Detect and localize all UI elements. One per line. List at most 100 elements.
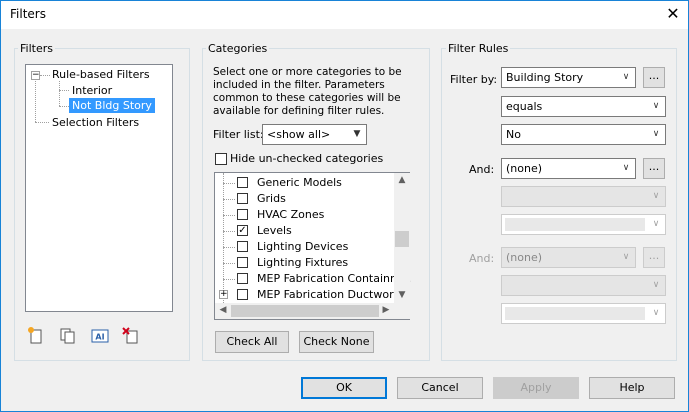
tree-line (35, 122, 49, 123)
list-item[interactable]: Grids (215, 191, 393, 207)
tree-collapse-icon[interactable]: − (31, 71, 40, 80)
hide-unchecked-checkbox[interactable] (215, 153, 227, 165)
category-label: Generic Models (257, 176, 342, 189)
list-item[interactable]: HVAC Zones (215, 207, 393, 223)
scroll-down-icon[interactable]: ▼ (394, 290, 410, 300)
hide-unchecked-label: Hide un-checked categories (230, 152, 384, 165)
categories-list[interactable]: Generic Models Grids HVAC Zones ✓ Levels… (214, 172, 411, 320)
tree-line (59, 81, 60, 106)
category-checkbox[interactable] (237, 209, 248, 220)
tree-line (223, 279, 235, 280)
operator-dropdown[interactable]: equals ∨ (501, 96, 666, 117)
check-none-button[interactable]: Check None (299, 331, 374, 353)
operator-value: equals (506, 100, 543, 113)
filter-list-label: Filter list: (213, 128, 264, 141)
category-label: MEP Fabrication Ductwork (257, 288, 400, 301)
filter-by-more-button[interactable]: ... (643, 67, 665, 88)
tree-line (223, 247, 235, 248)
category-checkbox[interactable] (237, 193, 248, 204)
chevron-down-icon: ∨ (622, 252, 630, 262)
tree-node-rule-based[interactable]: Rule-based Filters (52, 68, 150, 81)
scroll-up-icon[interactable]: ▲ (394, 175, 410, 185)
filter-by-dropdown[interactable]: Building Story ∨ (501, 67, 636, 88)
categories-group-label: Categories (206, 42, 270, 55)
scroll-thumb-horizontal[interactable] (231, 305, 379, 317)
apply-button: Apply (493, 377, 579, 399)
list-item[interactable]: Generic Models (215, 175, 393, 191)
category-checkbox[interactable] (237, 177, 248, 188)
window-title: Filters (10, 7, 46, 21)
help-button[interactable]: Help (589, 377, 675, 399)
check-all-button[interactable]: Check All (215, 331, 289, 353)
chevron-down-icon: ∨ (652, 219, 660, 229)
tree-line (223, 199, 235, 200)
tree-line (59, 90, 69, 91)
filter-by-value: Building Story (506, 71, 584, 84)
tree-node-interior[interactable]: Interior (72, 84, 112, 97)
svg-text:AI: AI (95, 333, 104, 342)
vertical-scrollbar[interactable]: ▲ ▼ (394, 173, 410, 303)
scroll-left-icon[interactable]: ◀ (217, 305, 229, 315)
and-more-button-1[interactable]: ... (643, 158, 665, 179)
cancel-button[interactable]: Cancel (397, 377, 483, 399)
chevron-down-icon: ∨ (652, 308, 660, 318)
categories-description: Select one or more categories to be incl… (213, 66, 402, 117)
new-filter-icon[interactable] (26, 326, 46, 346)
category-label: HVAC Zones (257, 208, 325, 221)
ok-button[interactable]: OK (301, 377, 387, 399)
tree-line (35, 81, 36, 122)
chevron-down-icon: ∨ (622, 72, 630, 82)
and-parameter-dropdown-2: (none) ∨ (501, 247, 636, 268)
chevron-down-icon: ∨ (652, 191, 660, 201)
tree-node-selection[interactable]: Selection Filters (52, 116, 139, 129)
filters-tree[interactable]: − Rule-based Filters Interior Not Bldg S… (25, 64, 173, 312)
chevron-down-icon: ∨ (652, 129, 660, 139)
and-parameter-dropdown-1[interactable]: (none) ∨ (501, 158, 636, 179)
category-label: MEP Fabrication Containm... (257, 272, 412, 285)
tree-line (223, 263, 235, 264)
list-item[interactable]: Lighting Devices (215, 239, 393, 255)
tree-line (223, 183, 235, 184)
scroll-thumb[interactable] (395, 231, 409, 247)
and-operator-dropdown-2: ∨ (501, 275, 666, 296)
and-operator-dropdown-1: ∨ (501, 186, 666, 207)
and-parameter-value-1: (none) (506, 162, 543, 175)
value-placeholder (505, 307, 645, 320)
scroll-right-icon[interactable]: ▶ (380, 305, 392, 315)
category-checkbox[interactable] (237, 273, 248, 284)
category-checkbox[interactable] (237, 257, 248, 268)
chevron-down-icon: ∨ (652, 280, 660, 290)
tree-line (223, 231, 235, 232)
list-item[interactable]: + MEP Fabrication Ductwork (215, 287, 400, 303)
filter-list-value: <show all> (267, 128, 331, 141)
rename-filter-icon[interactable]: AI (90, 326, 110, 346)
chevron-down-icon: ▼ (353, 129, 361, 139)
and-parameter-value-2: (none) (506, 251, 543, 264)
chevron-down-icon: ∨ (652, 101, 660, 111)
list-item[interactable]: MEP Fabrication Containm... (215, 271, 411, 287)
and-label-2: And: (469, 252, 495, 265)
list-item[interactable]: Lighting Fixtures (215, 255, 393, 271)
category-label: Lighting Fixtures (257, 256, 349, 269)
value-placeholder (505, 218, 645, 231)
duplicate-filter-icon[interactable] (58, 326, 78, 346)
filters-group-label: Filters (18, 42, 55, 55)
title-bar (1, 1, 688, 29)
list-item[interactable]: ✓ Levels (215, 223, 393, 239)
category-label: Levels (257, 224, 292, 237)
filter-list-dropdown[interactable]: <show all> ▼ (262, 124, 367, 145)
category-checkbox[interactable] (237, 241, 248, 252)
and-more-button-2: ... (643, 247, 665, 268)
tree-line (40, 75, 50, 76)
horizontal-scrollbar[interactable]: ◀ ▶ (215, 303, 410, 319)
filter-by-label: Filter by: (450, 73, 498, 86)
category-checkbox-checked[interactable]: ✓ (237, 225, 248, 236)
value-dropdown[interactable]: No ∨ (501, 124, 666, 145)
and-value-field-2: ∨ (501, 303, 666, 324)
close-icon[interactable]: ✕ (662, 3, 684, 25)
delete-filter-icon[interactable] (121, 326, 141, 346)
category-checkbox[interactable] (237, 289, 248, 300)
category-label: Lighting Devices (257, 240, 349, 253)
tree-expand-icon[interactable]: + (219, 290, 228, 299)
tree-node-not-bldg-story[interactable]: Not Bldg Story (69, 98, 155, 113)
